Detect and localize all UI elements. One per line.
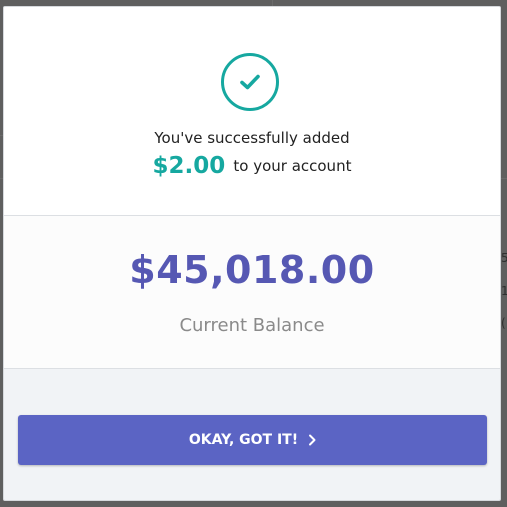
added-amount: $2.00 — [152, 153, 226, 179]
okay-got-it-button[interactable]: OKAY, GOT IT! — [18, 415, 487, 465]
success-message: You've successfully added — [154, 129, 350, 147]
current-balance-label: Current Balance — [179, 315, 325, 336]
checkmark-icon — [240, 74, 260, 90]
dialog-header: You've successfully added $2.00 to your … — [4, 7, 500, 215]
added-amount-line: $2.00 to your account — [4, 153, 500, 179]
current-balance-value: $45,018.00 — [129, 248, 375, 292]
success-dialog: You've successfully added $2.00 to your … — [3, 6, 501, 501]
balance-panel: $45,018.00 Current Balance — [4, 215, 500, 369]
chevron-right-icon — [309, 434, 316, 446]
background-text: 1 — [501, 284, 507, 298]
added-amount-suffix: to your account — [233, 157, 352, 175]
check-circle-icon — [221, 53, 279, 111]
okay-button-label: OKAY, GOT IT! — [188, 432, 299, 448]
background-text: ( — [501, 316, 506, 330]
background-text: 5 — [501, 251, 507, 265]
background-divider — [501, 178, 507, 179]
